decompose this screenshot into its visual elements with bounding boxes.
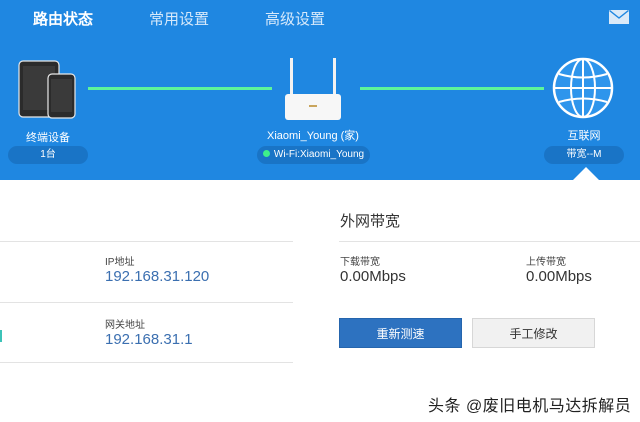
wan-bandwidth-title: 外网带宽 <box>340 213 401 230</box>
internet-label: 互联网 <box>567 130 601 142</box>
download-bandwidth-value: 0.00Mbps <box>340 268 406 285</box>
envelope-icon[interactable] <box>609 10 629 24</box>
selected-pointer <box>573 167 599 180</box>
gateway-value: 192.168.31.1 <box>105 331 193 348</box>
router-name: Xiaomi_Young (家) <box>267 130 359 142</box>
download-bandwidth-label: 下载带宽 <box>340 257 380 268</box>
upload-bandwidth-value: 0.00Mbps <box>526 268 592 285</box>
bandwidth-badge[interactable]: 带宽--M <box>544 146 624 164</box>
status-banner: 路由状态 常用设置 高级设置 终端设备 1台 Xiaomi_Young (家) … <box>0 0 640 180</box>
wifi-badge[interactable]: Wi-Fi:Xiaomi_Young <box>257 146 370 164</box>
row-marker <box>0 330 2 342</box>
divider <box>0 241 293 242</box>
devices-label: 终端设备 <box>26 132 70 144</box>
wifi-status-dot <box>262 150 270 157</box>
globe-icon[interactable] <box>552 57 614 119</box>
divider <box>0 362 293 363</box>
gateway-label: 网关地址 <box>105 320 145 331</box>
tab-advanced-settings[interactable]: 高级设置 <box>265 8 325 29</box>
tab-common-settings[interactable]: 常用设置 <box>149 8 209 29</box>
divider <box>339 241 640 242</box>
device-router-link <box>88 87 272 90</box>
router-internet-link <box>360 87 544 90</box>
retest-speed-button[interactable]: 重新测速 <box>339 318 462 348</box>
watermark-text: 头条 @废旧电机马达拆解员 <box>428 398 632 415</box>
manual-edit-button[interactable]: 手工修改 <box>472 318 595 348</box>
router-icon[interactable] <box>282 56 344 122</box>
divider <box>0 302 293 303</box>
tab-router-status[interactable]: 路由状态 <box>33 8 93 29</box>
ip-address-label: IP地址 <box>105 257 135 268</box>
ip-address-value: 192.168.31.120 <box>105 268 210 285</box>
wifi-ssid: Wi-Fi:Xiaomi_Young <box>273 149 365 160</box>
devices-count-badge[interactable]: 1台 <box>8 146 88 164</box>
upload-bandwidth-label: 上传带宽 <box>526 257 566 268</box>
tablet-phone-icon[interactable] <box>18 60 78 120</box>
